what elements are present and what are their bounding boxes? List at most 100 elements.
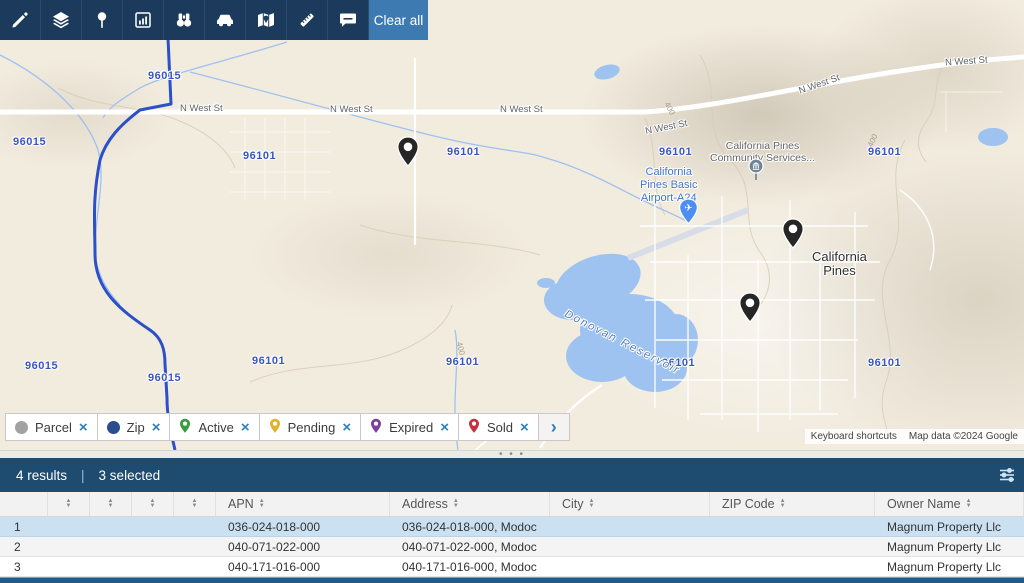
pending-pin-icon [269,418,281,437]
filter-chip-zip[interactable]: Zip × [97,413,171,441]
filter-chip-sold[interactable]: Sold × [458,413,539,441]
svg-text:✈: ✈ [684,203,692,214]
remove-filter-icon[interactable]: × [79,420,88,435]
cell-zip [710,537,875,556]
header-apn[interactable]: APN▲▼ [216,492,390,516]
property-marker-pin[interactable] [738,292,762,328]
binoculars-icon [174,10,194,30]
cell-city [550,537,710,556]
search-area-tool-button[interactable] [164,0,205,40]
comment-tool-button[interactable] [328,0,369,40]
zip-label: 96015 [25,360,58,372]
zip-boundary-line [94,38,175,450]
header-address[interactable]: Address▲▼ [390,492,550,516]
road-label: N West St [180,103,223,114]
filter-chip-parcel[interactable]: Parcel × [5,413,98,441]
remove-filter-icon[interactable]: × [440,420,449,435]
header-city[interactable]: City▲▼ [550,492,710,516]
active-pin-icon [179,418,191,437]
header-sort-col-3[interactable]: ▲▼ [132,492,174,516]
bar-chart-icon [133,10,153,30]
sort-icon: ▲▼ [66,499,72,509]
remove-filter-icon[interactable]: × [152,420,161,435]
header-sort-col-4[interactable]: ▲▼ [174,492,216,516]
header-zip[interactable]: ZIP Code▲▼ [710,492,875,516]
table-row[interactable]: 3 040-171-016-000 040-171-016-000, Modoc… [0,557,1024,577]
row-number: 3 [0,557,48,576]
table-row[interactable]: 1 036-024-018-000 036-024-018-000, Modoc… [0,517,1024,537]
more-filters-button[interactable]: › [538,413,570,441]
pin-tool-button[interactable] [82,0,123,40]
zip-label: 96101 [243,150,276,162]
pin-icon [92,10,112,30]
sort-icon: ▲▼ [150,499,156,509]
cell-apn: 036-024-018-000 [216,517,390,536]
remove-filter-icon[interactable]: × [241,420,250,435]
map-attribution: Keyboard shortcuts Map data ©2024 Google [805,429,1024,444]
zip-circle-icon [107,421,120,434]
row-number: 1 [0,517,48,536]
cell-owner: Magnum Property Llc [875,557,1024,576]
results-divider: | [81,468,85,483]
draw-tool-button[interactable] [0,0,41,40]
measure-tool-button[interactable] [287,0,328,40]
map-icon [256,10,276,30]
road-label: N West St [330,104,373,115]
chevron-right-icon: › [551,417,557,438]
filter-chip-active[interactable]: Active × [169,413,259,441]
property-marker-pin[interactable] [781,218,805,254]
airport-pin-icon[interactable]: ✈ [678,198,699,230]
filter-chip-pending[interactable]: Pending × [259,413,361,441]
property-marker-pin[interactable] [396,136,420,172]
cell-address: 040-071-022-000, Modoc [390,537,550,556]
cell-city [550,517,710,536]
cell-city [550,557,710,576]
drag-handle-icon: • • • [499,453,525,457]
cell-address: 036-024-018-000, Modoc [390,517,550,536]
zip-label: 96015 [13,136,46,148]
expired-pin-icon [370,418,382,437]
stats-tool-button[interactable] [123,0,164,40]
header-owner[interactable]: Owner Name▲▼ [875,492,1024,516]
header-sort-col-2[interactable]: ▲▼ [90,492,132,516]
table-row[interactable]: 2 040-071-022-000 040-071-022-000, Modoc… [0,537,1024,557]
row-number: 2 [0,537,48,556]
sort-icon: ▲▼ [108,499,114,509]
chip-label: Expired [389,420,433,435]
zip-label: 96101 [868,357,901,369]
cell-zip [710,557,875,576]
ruler-icon [297,10,317,30]
sort-icon: ▲▼ [780,499,786,509]
layers-tool-button[interactable] [41,0,82,40]
filter-chips-bar: Parcel × Zip × Active × Pending × Expire… [6,413,570,441]
table-bottom-scrollbar[interactable] [0,577,1024,583]
zip-label: 96101 [659,146,692,158]
remove-filter-icon[interactable]: × [520,420,529,435]
sliders-icon [998,466,1016,484]
road-label: N West St [500,104,543,115]
sort-icon: ▲▼ [192,499,198,509]
parcel-circle-icon [15,421,28,434]
zip-label: 96015 [148,372,181,384]
map-view-tool-button[interactable] [246,0,287,40]
table-settings-button[interactable] [998,466,1016,484]
community-services-poi-icon[interactable] [748,158,764,188]
drive-time-tool-button[interactable] [205,0,246,40]
filter-chip-expired[interactable]: Expired × [360,413,459,441]
keyboard-shortcuts-link[interactable]: Keyboard shortcuts [805,429,903,444]
clear-all-button[interactable]: Clear all [369,0,428,40]
header-sort-col-1[interactable]: ▲▼ [48,492,90,516]
cell-owner: Magnum Property Llc [875,517,1024,536]
map-copyright: Map data ©2024 Google [903,429,1024,444]
panel-resize-splitter[interactable]: • • • [0,450,1024,458]
table-header: ▲▼ ▲▼ ▲▼ ▲▼ APN▲▼ Address▲▼ City▲▼ ZIP C… [0,492,1024,517]
remove-filter-icon[interactable]: × [342,420,351,435]
cell-apn: 040-071-022-000 [216,537,390,556]
sort-icon: ▲▼ [966,499,972,509]
results-bar: 4 results | 3 selected [0,458,1024,492]
zip-label: 96015 [148,70,181,82]
header-select-column [0,492,48,516]
map-canvas[interactable]: 96015 96015 96101 96101 96101 96101 9601… [0,0,1024,450]
sort-icon: ▲▼ [259,499,265,509]
chip-label: Pending [288,420,336,435]
